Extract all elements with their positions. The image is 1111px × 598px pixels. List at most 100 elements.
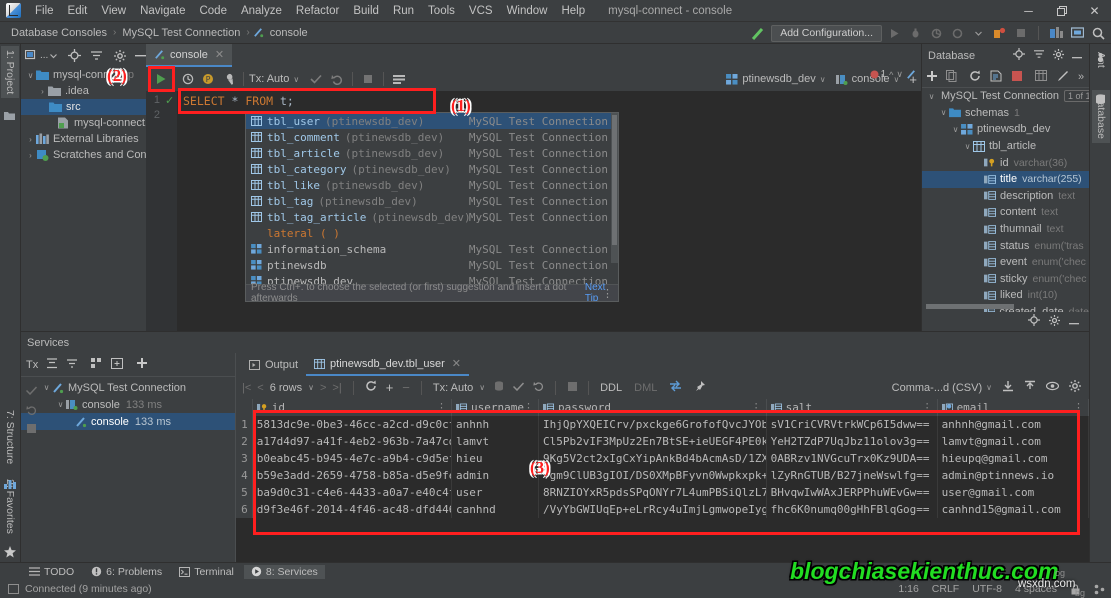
expand-arrow[interactable]: ∨ <box>25 71 36 80</box>
services-item-connection[interactable]: ∨ MySQL Test Connection <box>21 379 235 396</box>
menu-item-refactor[interactable]: Refactor <box>289 2 346 20</box>
expand-arrow[interactable]: ∨ <box>962 142 973 151</box>
view-icon[interactable] <box>1046 381 1059 394</box>
add-icon[interactable] <box>136 357 148 372</box>
profile-icon[interactable] <box>949 25 966 42</box>
cell-email[interactable]: hieupq@gmail.com <box>938 450 1089 467</box>
menu-item-file[interactable]: File <box>28 2 61 20</box>
table-row[interactable]: 4 b59e3add-2659-4758-b85a-d5e9fe804e89 a… <box>236 467 1089 484</box>
collapse-all-icon[interactable] <box>66 358 78 372</box>
tree-item-scratches[interactable]: › Scratches and Consoles <box>21 147 146 163</box>
table-row[interactable]: 2 a17d4d97-a41f-4eb2-963b-7a47cde31fba l… <box>236 433 1089 450</box>
hide-panel-icon[interactable] <box>1069 316 1079 328</box>
menu-item-vcs[interactable]: VCS <box>462 2 500 20</box>
column-header-salt[interactable]: salt ⋮ <box>767 399 938 416</box>
rollback-icon[interactable] <box>533 381 544 394</box>
menu-item-window[interactable]: Window <box>500 2 555 20</box>
ddl-button[interactable]: DDL <box>600 382 622 394</box>
menu-item-build[interactable]: Build <box>346 2 386 20</box>
history-icon[interactable] <box>178 73 198 85</box>
gear-icon[interactable] <box>1069 380 1081 395</box>
debug-icon[interactable] <box>907 25 924 42</box>
db-tree-item-schema[interactable]: ∨ ptinewsdb_dev <box>922 121 1089 138</box>
cell-id[interactable]: b59e3add-2659-4758-b85a-d5e9fe804e89 <box>253 467 452 484</box>
tx-toolbar-label[interactable]: Tx <box>26 359 38 371</box>
first-page-icon[interactable]: |< <box>242 382 251 394</box>
next-error-icon[interactable]: ∨ <box>896 69 903 80</box>
expand-arrow[interactable]: › <box>25 135 36 144</box>
menu-item-view[interactable]: View <box>94 2 133 20</box>
close-icon[interactable]: ✕ <box>215 48 224 61</box>
chevron-down-icon[interactable] <box>970 25 987 42</box>
tab-result-table[interactable]: ptinewsdb_dev.tbl_user ✕ <box>306 353 469 376</box>
cell-password[interactable]: Cl5Pb2vIF3MpUz2En7BtSE+ieUEGF4PE0kbp7kMu… <box>539 433 767 450</box>
new-tab-icon[interactable] <box>111 358 123 372</box>
build-hammer-icon[interactable] <box>750 25 767 42</box>
import-icon[interactable] <box>1024 380 1036 395</box>
expand-arrow[interactable]: › <box>37 87 48 96</box>
locate-icon[interactable] <box>68 49 81 63</box>
db-icon[interactable] <box>494 381 504 395</box>
cell-password[interactable]: 8RNZIOYxR5pdsSPqONYr7L4umPBSiQlzL7v5wcgJ… <box>539 484 767 501</box>
cell-salt[interactable]: 0ABRzv1NVGcuTrx0Kz9UDA== <box>767 450 938 467</box>
rollback-icon[interactable] <box>327 74 347 85</box>
tree-item-iml[interactable]: mysql-connect.iml <box>21 115 146 131</box>
column-header-password[interactable]: password ⋮ <box>539 399 767 416</box>
add-configuration-button[interactable]: Add Configuration... <box>771 25 882 42</box>
db-tree-item-column-event[interactable]: event enum('chec <box>922 254 1089 271</box>
window-controls[interactable]: ─ ✕ <box>1012 0 1111 22</box>
notification-icon[interactable] <box>8 584 19 594</box>
prev-error-icon[interactable]: ^ <box>889 70 893 80</box>
sort-menu-icon[interactable]: ⋮ <box>1073 401 1084 414</box>
chevron-down-icon[interactable]: ∨ <box>308 383 314 392</box>
expand-arrow[interactable]: ∨ <box>41 383 52 392</box>
completion-item[interactable]: tbl_article(ptinewsdb_dev)MySQL Test Con… <box>246 145 618 161</box>
menu-item-edit[interactable]: Edit <box>61 2 95 20</box>
db-tree-item-column-title[interactable]: title varchar(255) <box>922 171 1089 188</box>
completion-item[interactable]: tbl_user(ptinewsdb_dev)MySQL Test Connec… <box>246 113 618 129</box>
db-tree-item-connection[interactable]: ∨ MySQL Test Connection 1 of 11 <box>922 88 1089 105</box>
completion-item[interactable]: ptinewsdbMySQL Test Connection <box>246 257 618 273</box>
schema-selector[interactable]: ptinewsdb_dev <box>742 73 815 85</box>
dml-button[interactable]: DML <box>634 382 657 394</box>
tab-output[interactable]: Output <box>241 353 306 376</box>
export-format-label[interactable]: Comma-...d (CSV) <box>892 382 982 394</box>
minimize-button[interactable]: ─ <box>1012 0 1045 22</box>
reload-icon[interactable] <box>365 380 377 395</box>
cell-password[interactable]: IhjQpYXQEICrv/pxckge6GrofofQvcJYObKA4yXW… <box>539 416 767 433</box>
execute-button[interactable] <box>150 73 172 85</box>
table-row[interactable]: 1 5813dc9e-0be3-46cc-a2cd-d9c0cf442855 a… <box>236 416 1089 433</box>
expand-arrow[interactable]: ∨ <box>926 92 937 101</box>
collapse-all-icon[interactable] <box>1033 49 1045 62</box>
code-editor[interactable]: 1 2 ✓ SELECT * FROM t; tbl_user(ptinewsd… <box>146 91 921 331</box>
chevron-down-icon[interactable]: ∨ <box>820 75 826 84</box>
cell-username[interactable]: hieu <box>452 450 539 467</box>
cell-username[interactable]: lamvt <box>452 433 539 450</box>
branch-icon[interactable] <box>1094 584 1105 595</box>
completion-item[interactable]: tbl_category(ptinewsdb_dev)MySQL Test Co… <box>246 161 618 177</box>
cell-username[interactable]: canhnd <box>452 501 539 518</box>
cell-username[interactable]: anhnh <box>452 416 539 433</box>
parameters-icon[interactable]: P <box>198 73 218 85</box>
coverage-icon[interactable] <box>928 25 945 42</box>
cell-id[interactable]: ba9d0c31-c4e6-4433-a0a7-e40c4f8ffd86 <box>253 484 452 501</box>
menu-bar[interactable]: File Edit View Navigate Code Analyze Ref… <box>28 2 592 20</box>
menu-item-analyze[interactable]: Analyze <box>234 2 289 20</box>
sql-script-icon[interactable] <box>990 70 1002 85</box>
next-page-icon[interactable]: > <box>320 382 326 394</box>
completion-item[interactable]: tbl_comment(ptinewsdb_dev)MySQL Test Con… <box>246 129 618 145</box>
more-toolbar-icon[interactable]: » <box>1078 71 1084 83</box>
chevron-down-icon[interactable]: ∨ <box>293 75 299 84</box>
db-tree-item-column-liked[interactable]: liked int(10) <box>922 287 1089 304</box>
wrench-icon[interactable] <box>218 73 238 85</box>
tx-mode-label[interactable]: Tx: Auto <box>249 73 289 85</box>
cell-email[interactable]: user@gmail.com <box>938 484 1089 501</box>
stop-icon[interactable] <box>1012 71 1022 84</box>
column-header-username[interactable]: username ⋮ <box>452 399 539 416</box>
hide-panel-icon[interactable] <box>135 49 146 63</box>
commit-icon[interactable] <box>305 74 327 84</box>
expand-all-icon[interactable] <box>46 358 58 372</box>
locate-icon[interactable] <box>1013 48 1025 63</box>
cell-username[interactable]: user <box>452 484 539 501</box>
sidebar-tab-structure[interactable]: 7: Structure <box>1 406 19 468</box>
